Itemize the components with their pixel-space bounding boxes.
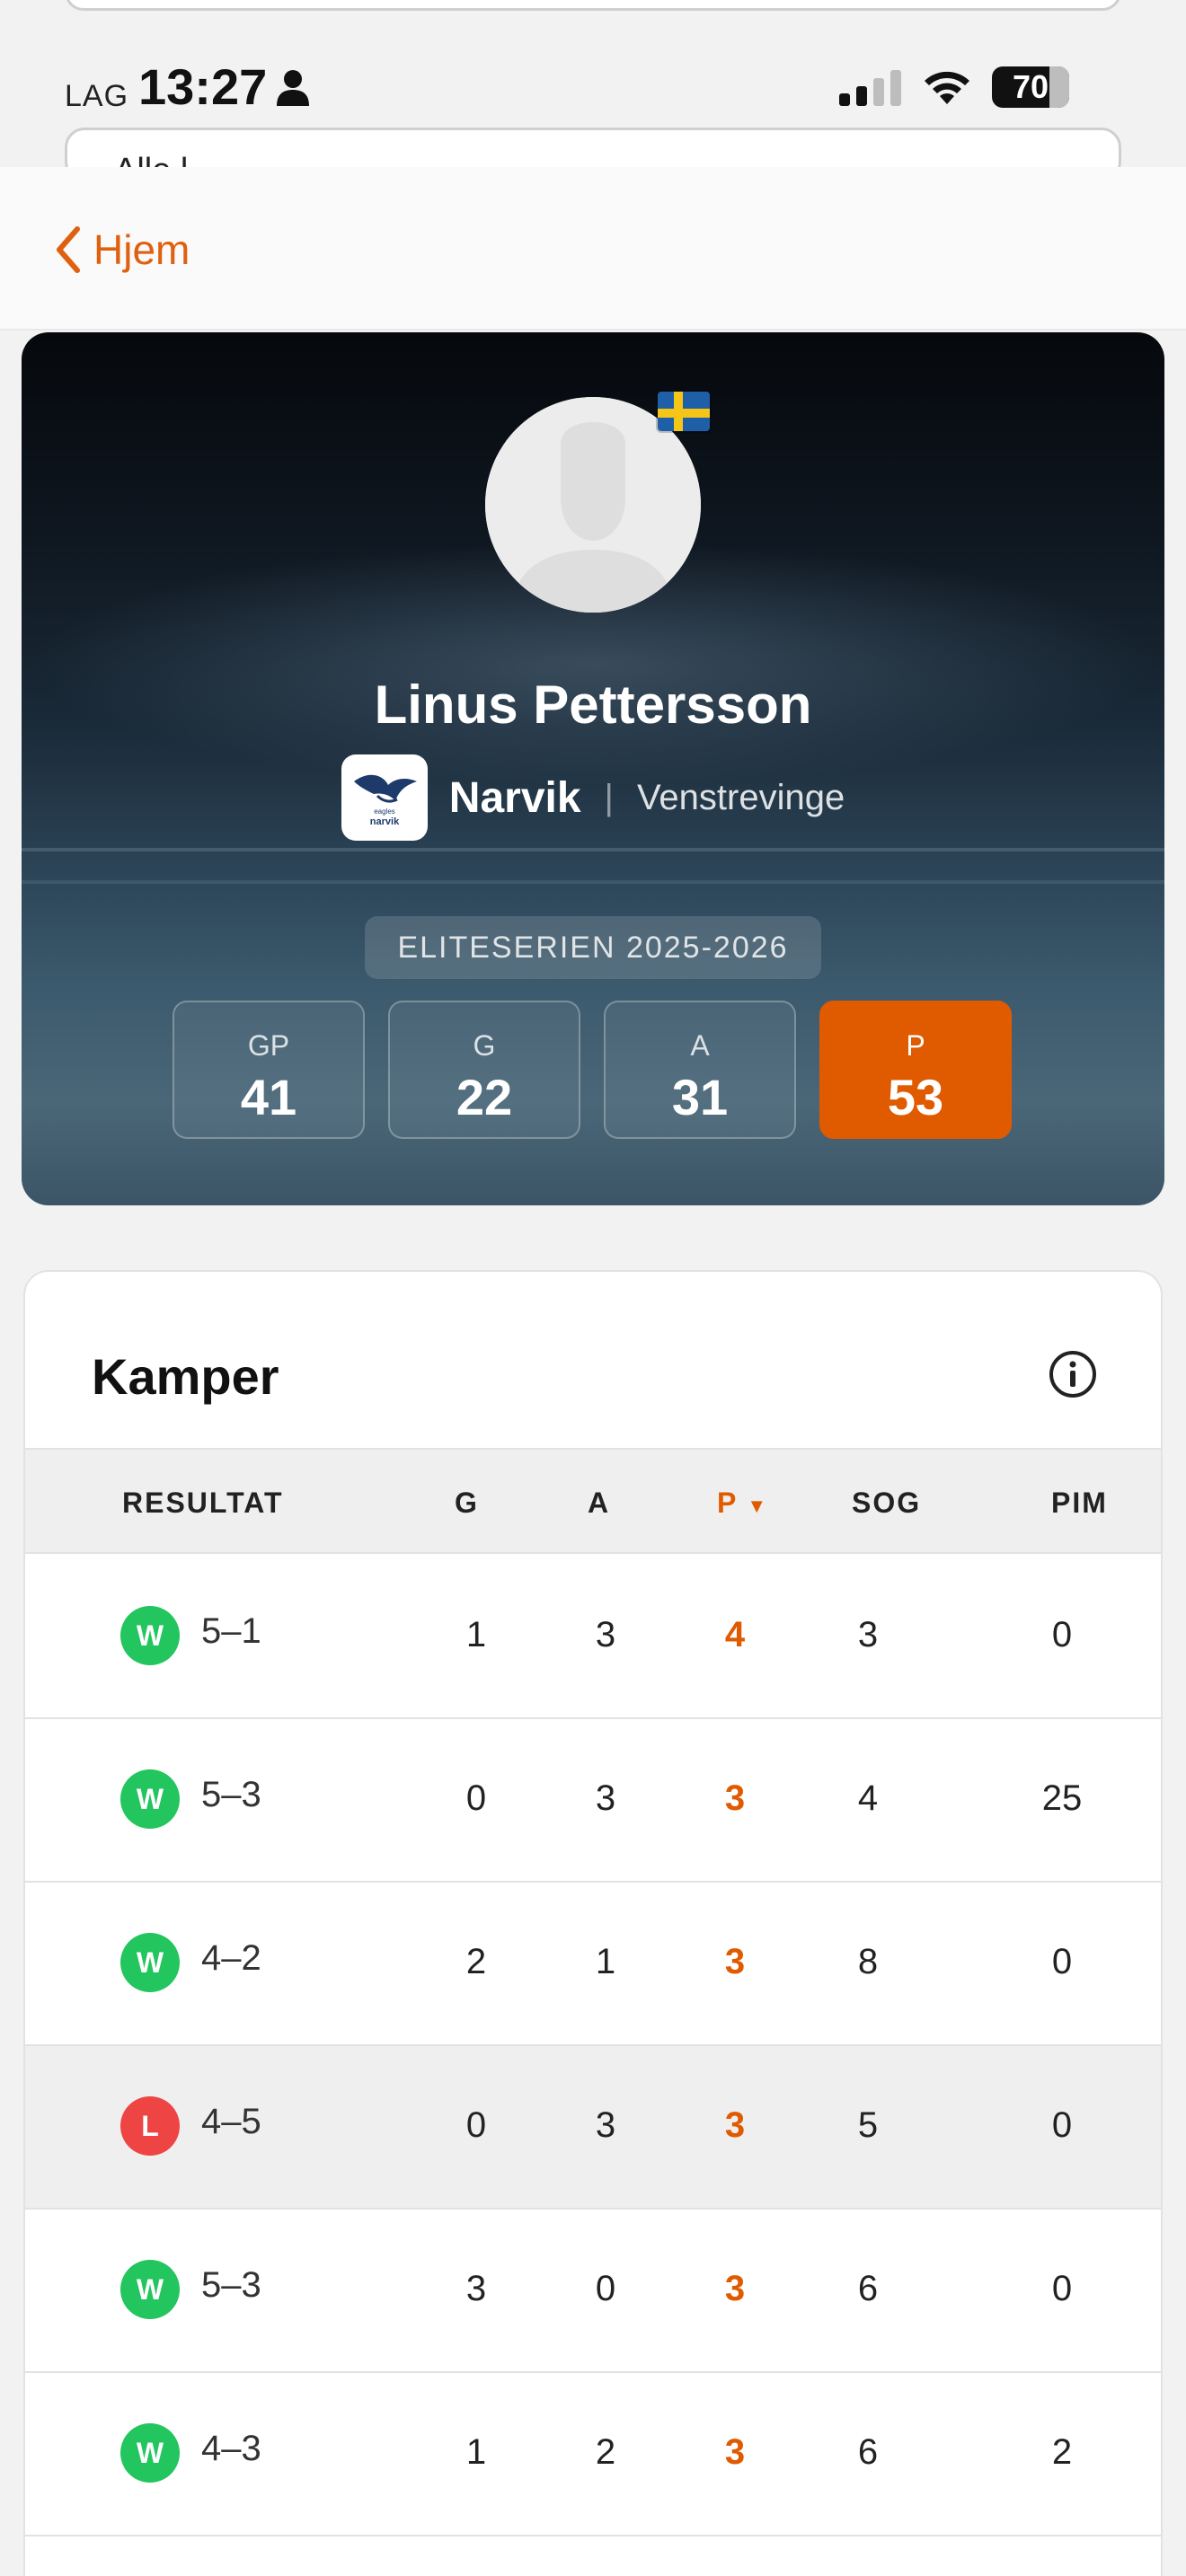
cell-pim: 0 <box>1051 1942 1073 1981</box>
stat-value: 31 <box>671 1069 729 1125</box>
loss-badge: L <box>120 2096 180 2156</box>
stat-g: G 22 <box>388 1001 580 1139</box>
player-name: Linus Pettersson <box>374 675 812 735</box>
cell-pim: 0 <box>1051 1615 1073 1654</box>
cell-p: 3 <box>724 2432 746 2472</box>
wifi-icon <box>925 71 969 104</box>
stat-label: P <box>906 1029 925 1062</box>
stat-gp: GP 41 <box>173 1001 365 1139</box>
team-name[interactable]: Narvik <box>449 773 581 823</box>
cell-a: 0 <box>595 2269 616 2308</box>
cell-p: 3 <box>724 2269 746 2308</box>
cell-sog: 6 <box>857 2432 879 2472</box>
background-field <box>65 0 1121 11</box>
cell-g: 1 <box>465 2432 487 2472</box>
cell-p: 3 <box>724 2105 746 2145</box>
game-row[interactable]: L 4–5 0 3 3 5 0 <box>25 2046 1161 2210</box>
game-score: 4–5 <box>201 2102 261 2141</box>
column-header-a[interactable]: A <box>588 1450 610 1556</box>
column-header-p[interactable]: P ▼ <box>717 1450 768 1556</box>
stat-value: 41 <box>240 1069 297 1125</box>
svg-text:narvik: narvik <box>370 816 400 827</box>
stat-a: A 31 <box>604 1001 796 1139</box>
cell-sog: 4 <box>857 1778 879 1818</box>
separator: | <box>604 777 614 817</box>
cell-a: 3 <box>595 1615 616 1654</box>
cell-a: 1 <box>595 1942 616 1981</box>
cell-g: 2 <box>465 1942 487 1981</box>
cell-p: 3 <box>724 1942 746 1981</box>
chevron-left-icon <box>57 226 80 273</box>
stat-value: 53 <box>887 1069 944 1125</box>
cell-sog: 6 <box>857 2269 879 2308</box>
cell-pim: 0 <box>1051 2105 1073 2145</box>
win-badge: W <box>120 2260 180 2319</box>
cell-pim: 0 <box>1051 2269 1073 2308</box>
win-badge: W <box>120 1606 180 1665</box>
cell-g: 0 <box>465 2105 487 2145</box>
column-header-sog[interactable]: SOG <box>852 1450 921 1556</box>
stat-p: P 53 <box>819 1001 1012 1139</box>
cell-g: 0 <box>465 1778 487 1818</box>
column-header-resultat[interactable]: RESULTAT <box>122 1450 284 1556</box>
cell-pim: 2 <box>1051 2432 1073 2472</box>
stat-value: 22 <box>456 1069 513 1125</box>
cell-g: 3 <box>465 2269 487 2308</box>
game-score: 4–3 <box>201 2429 261 2468</box>
win-badge: W <box>120 2423 180 2483</box>
navigation-bar: Hjem <box>0 167 1186 331</box>
game-row[interactable]: W 5–3 3 0 3 6 0 <box>25 2210 1161 2373</box>
win-badge: W <box>120 1933 180 1992</box>
sweden-flag-icon <box>656 390 712 433</box>
clock: 13:27 <box>138 58 268 115</box>
cell-p: 4 <box>724 1615 746 1654</box>
cell-sog: 3 <box>857 1615 879 1654</box>
games-card: Kamper RESULTAT G A P ▼ SOG PIM W 5–1 1 3 4 3 0… <box>23 1270 1163 2576</box>
cell-sog: 5 <box>857 2105 879 2145</box>
column-header-pim[interactable]: PIM <box>1051 1450 1108 1556</box>
season-label[interactable]: ELITESERIEN 2025-2026 <box>365 916 821 979</box>
stat-label: GP <box>247 1029 290 1062</box>
games-table-header: RESULTAT G A P ▼ SOG PIM <box>25 1448 1161 1554</box>
cell-a: 2 <box>595 2432 616 2472</box>
cell-a: 3 <box>595 1778 616 1818</box>
player-position: Venstrevinge <box>636 777 845 817</box>
carrier-label: LAG <box>65 79 129 113</box>
status-bar: LAG 13:27 70 Alle l <box>0 0 1186 181</box>
cellular-signal-icon <box>839 70 901 106</box>
person-icon <box>277 70 309 106</box>
cell-p: 3 <box>724 1778 746 1818</box>
game-score: 5–3 <box>201 1775 261 1814</box>
game-row[interactable]: W 4–2 2 1 3 8 0 <box>25 1883 1161 2046</box>
game-score: 5–3 <box>201 2265 261 2305</box>
team-info: narvik eagles Narvik | Venstrevinge <box>22 754 1164 841</box>
column-header-p-label: P <box>717 1486 739 1519</box>
column-header-g[interactable]: G <box>455 1450 479 1556</box>
battery-icon: 70 <box>992 66 1069 108</box>
game-row[interactable]: W 5–3 0 3 3 4 25 <box>25 1719 1161 1883</box>
game-row[interactable]: W 4–3 1 2 3 6 2 <box>25 2373 1161 2536</box>
game-score: 4–2 <box>201 1938 261 1978</box>
svg-text:eagles: eagles <box>374 807 395 816</box>
cell-pim: 25 <box>1041 1778 1083 1818</box>
battery-level: 70 <box>1012 68 1049 105</box>
player-header-card: Linus Pettersson narvik eagles Narvik | … <box>22 332 1164 1205</box>
games-title: Kamper <box>92 1348 279 1405</box>
sort-descending-icon: ▼ <box>747 1495 769 1517</box>
back-button[interactable]: Hjem <box>52 223 190 277</box>
game-row[interactable]: W 5–1 1 3 4 3 0 <box>25 1556 1161 1719</box>
cell-sog: 8 <box>857 1942 879 1981</box>
back-button-label: Hjem <box>93 226 190 273</box>
info-icon[interactable] <box>1048 1349 1098 1399</box>
cell-g: 1 <box>465 1615 487 1654</box>
cell-a: 3 <box>595 2105 616 2145</box>
stat-label: A <box>690 1029 710 1062</box>
stat-label: G <box>473 1029 496 1062</box>
win-badge: W <box>120 1769 180 1829</box>
team-logo[interactable]: narvik eagles <box>341 754 428 841</box>
game-score: 5–1 <box>201 1611 261 1651</box>
